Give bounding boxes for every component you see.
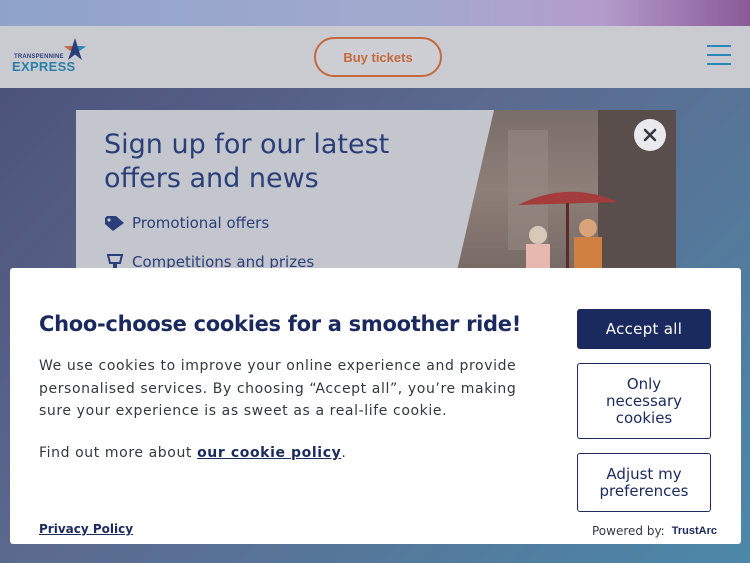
logo-text-bottom: EXPRESS (12, 59, 76, 74)
only-necessary-button[interactable]: Only necessary cookies (577, 363, 711, 439)
cookie-policy-line: Find out more about our cookie policy. (39, 445, 346, 461)
privacy-policy-link[interactable]: Privacy Policy (39, 522, 133, 536)
signup-item-label: Promotional offers (132, 214, 270, 232)
powered-by-label: Powered by: (592, 524, 665, 538)
signup-item-promotional-offers: Promotional offers (104, 214, 269, 232)
adjust-preferences-button[interactable]: Adjust my preferences (577, 453, 711, 512)
transpennine-express-logo[interactable]: TRANSPENNINE EXPRESS (12, 36, 92, 76)
cookie-policy-suffix: . (341, 445, 347, 461)
top-gradient-strip (0, 0, 750, 26)
powered-by: Powered by: TrustArc (592, 524, 717, 538)
buy-tickets-button[interactable]: Buy tickets (314, 37, 442, 77)
signup-title: Sign up for our latest offers and news (104, 129, 390, 194)
tag-icon (105, 216, 124, 231)
cookie-policy-prefix: Find out more about (39, 445, 198, 461)
hamburger-menu-icon[interactable] (707, 43, 731, 67)
cookie-policy-link[interactable]: our cookie policy (197, 445, 341, 461)
cookie-description: We use cookies to improve your online ex… (39, 358, 517, 419)
cookie-consent-banner: Choo-choose cookies for a smoother ride!… (10, 268, 741, 544)
close-button[interactable] (634, 119, 666, 151)
cookie-title: Choo-choose cookies for a smoother ride! (39, 312, 522, 336)
accept-all-button[interactable]: Accept all (577, 309, 711, 349)
trustarc-logo[interactable]: TrustArc (672, 525, 717, 537)
close-icon (643, 128, 657, 142)
site-header: TRANSPENNINE EXPRESS Buy tickets (0, 26, 750, 88)
